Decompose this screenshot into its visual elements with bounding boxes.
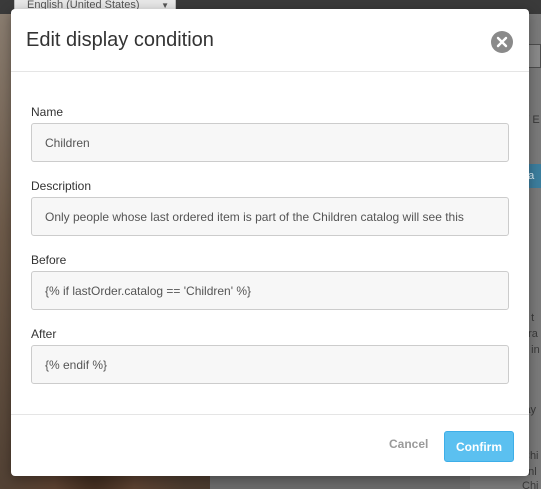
before-input[interactable] [31,271,509,310]
after-input[interactable] [31,345,509,384]
cancel-button[interactable]: Cancel [389,437,428,451]
description-input[interactable] [31,197,509,236]
background-panel-text: Chi [522,480,539,489]
dialog-footer: Cancel Confirm [11,414,529,476]
confirm-button[interactable]: Confirm [444,431,514,462]
after-label: After [31,327,57,341]
background-panel-box [528,44,541,68]
name-input[interactable] [31,123,509,162]
dialog-title: Edit display condition [26,29,214,51]
close-button[interactable] [491,31,513,53]
edit-display-condition-dialog: Edit display condition Name Description … [11,9,529,476]
close-icon [496,36,508,48]
description-label: Description [31,179,92,193]
before-label: Before [31,253,67,267]
name-label: Name [31,105,64,119]
dialog-header: Edit display condition [11,9,529,72]
